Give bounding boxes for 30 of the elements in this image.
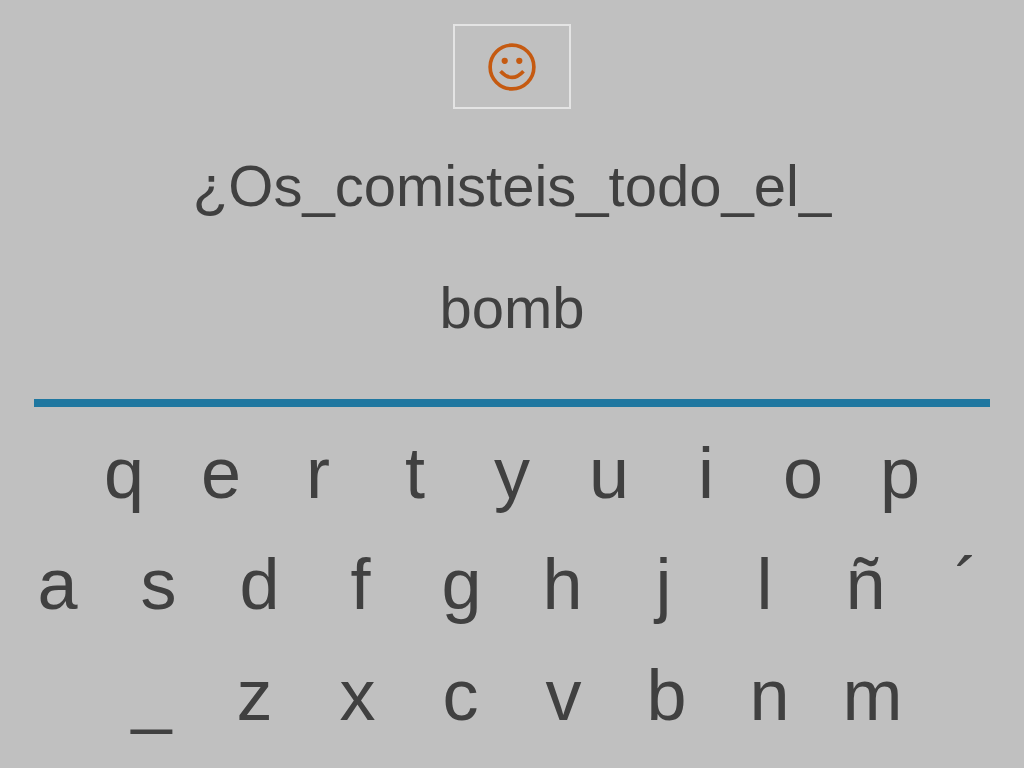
letter-key[interactable]: v (512, 649, 615, 740)
smiley-icon (487, 41, 537, 92)
prompt-text: ¿Os_comisteis_todo_el_ (192, 152, 832, 220)
prompt-text: bomb (439, 274, 585, 342)
letter-key[interactable]: ´ (916, 538, 1017, 629)
letter-key[interactable]: g (411, 538, 512, 629)
letter-key[interactable]: z (203, 649, 306, 740)
letter-key[interactable]: o (754, 427, 852, 518)
letter-key[interactable]: u (560, 427, 658, 518)
letter-key[interactable]: t (366, 427, 464, 518)
letter-key[interactable]: h (512, 538, 613, 629)
letter-key[interactable]: ñ (815, 538, 916, 629)
letter-key[interactable]: c (409, 649, 512, 740)
letter-key[interactable]: l (714, 538, 815, 629)
letter-key[interactable]: b (615, 649, 718, 740)
letter-key[interactable]: y (463, 427, 561, 518)
letter-key[interactable]: q (75, 427, 173, 518)
letter-key[interactable]: e (172, 427, 270, 518)
letter-key[interactable]: p (851, 427, 949, 518)
letter-key[interactable]: j (613, 538, 714, 629)
letter-key[interactable]: m (821, 649, 924, 740)
letter-key[interactable]: _ (100, 649, 203, 740)
letter-key[interactable]: n (718, 649, 821, 740)
letter-key[interactable]: d (209, 538, 310, 629)
letter-key[interactable]: f (310, 538, 411, 629)
letter-key[interactable]: i (657, 427, 755, 518)
letter-key[interactable]: a (7, 538, 108, 629)
letter-key[interactable]: x (306, 649, 409, 740)
letter-key[interactable]: r (269, 427, 367, 518)
letter-key[interactable]: s (108, 538, 209, 629)
